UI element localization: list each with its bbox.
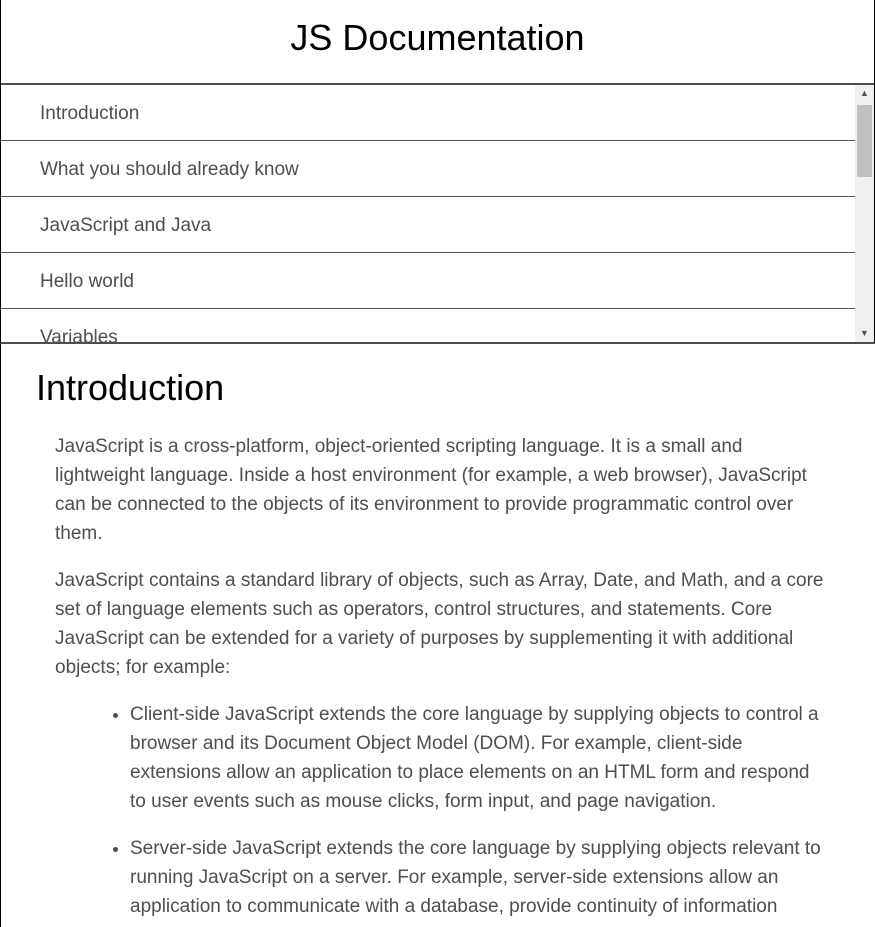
section-list: Client-side JavaScript extends the core … [55,700,827,921]
nav-link-introduction[interactable]: Introduction [1,85,855,141]
main-doc: Introduction JavaScript is a cross-platf… [0,344,875,927]
list-item: Server-side JavaScript extends the core … [130,834,827,921]
section-body: JavaScript is a cross-platform, object-o… [55,432,827,927]
nav-link-variables[interactable]: Variables [1,309,855,342]
nav-link-hello-world[interactable]: Hello world [1,253,855,309]
scroll-down-arrow-icon[interactable]: ▼ [855,325,874,342]
scroll-up-arrow-icon[interactable]: ▲ [855,85,874,102]
nav-link-list[interactable]: Introduction What you should already kno… [1,85,855,342]
navbar: JS Documentation Introduction What you s… [0,0,875,344]
nav-link-javascript-and-java[interactable]: JavaScript and Java [1,197,855,253]
nav-scrollbar[interactable]: ▲ ▼ [855,85,874,342]
section-paragraph: JavaScript contains a standard library o… [55,570,824,678]
page: JS Documentation Introduction What you s… [0,0,875,927]
section-title: Introduction [36,367,225,408]
section-paragraph: JavaScript is a cross-platform, object-o… [55,436,807,544]
list-item: Client-side JavaScript extends the core … [130,700,827,816]
scrollbar-thumb[interactable] [857,105,872,177]
nav-link-what-you-should-already-know[interactable]: What you should already know [1,141,855,197]
navbar-title: JS Documentation [1,0,874,85]
